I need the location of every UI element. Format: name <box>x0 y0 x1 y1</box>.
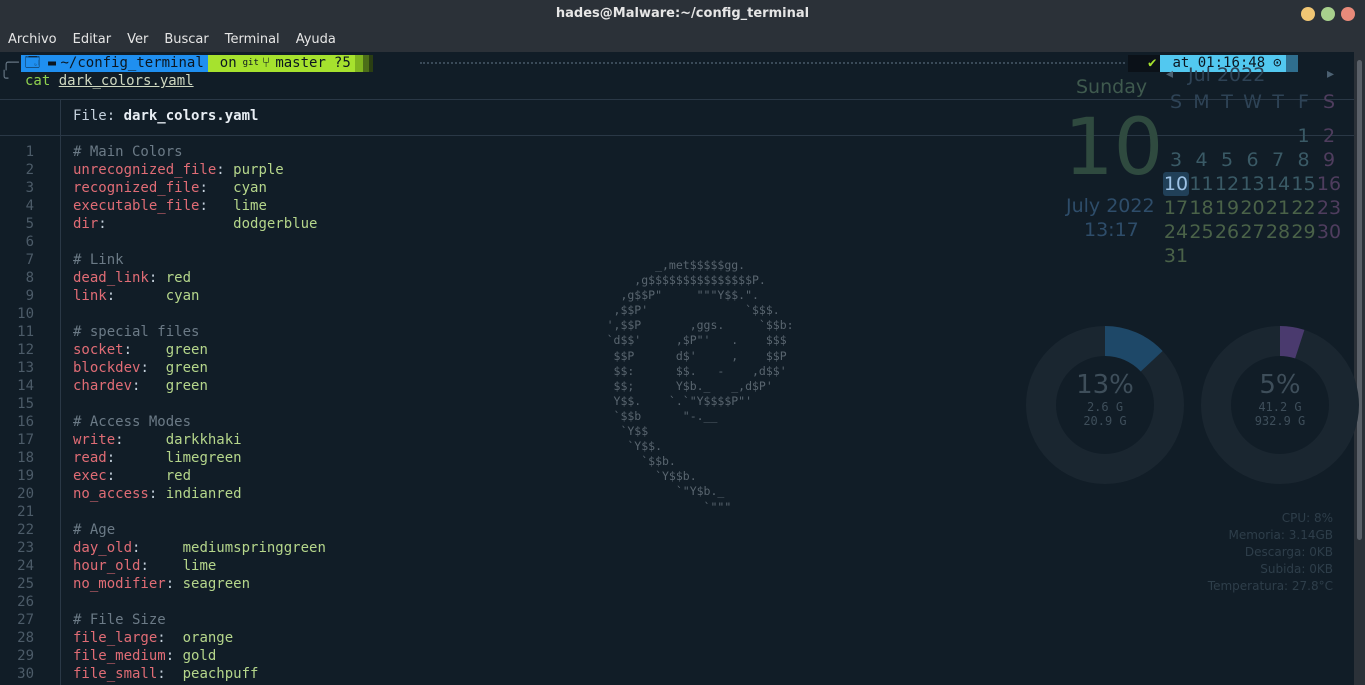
disk2-total: 932.9 G <box>1254 414 1306 428</box>
disk2-text: 5% 41.2 G 932.9 G <box>1225 370 1335 428</box>
stat-memory: Memoria: 3.14GB <box>1228 528 1334 542</box>
stat-cpu: CPU: 8% <box>1281 511 1333 525</box>
stat-temperature: Temperatura: 27.8°C <box>1207 579 1333 593</box>
disk2-used: 41.2 G <box>1258 400 1302 414</box>
disk2-percent: 5% <box>1259 370 1301 400</box>
system-stats: CPU: 8% Memoria: 3.14GB Descarga: 0KB Su… <box>1160 510 1333 595</box>
stat-download: Descarga: 0KB <box>1244 545 1333 559</box>
disk1-text: 13% 2.6 G 20.9 G <box>1050 370 1160 428</box>
disk1-total: 20.9 G <box>1083 414 1127 428</box>
stat-upload: Subida: 0KB <box>1260 562 1333 576</box>
disk1-used: 2.6 G <box>1086 400 1124 414</box>
disk1-percent: 13% <box>1076 370 1134 400</box>
